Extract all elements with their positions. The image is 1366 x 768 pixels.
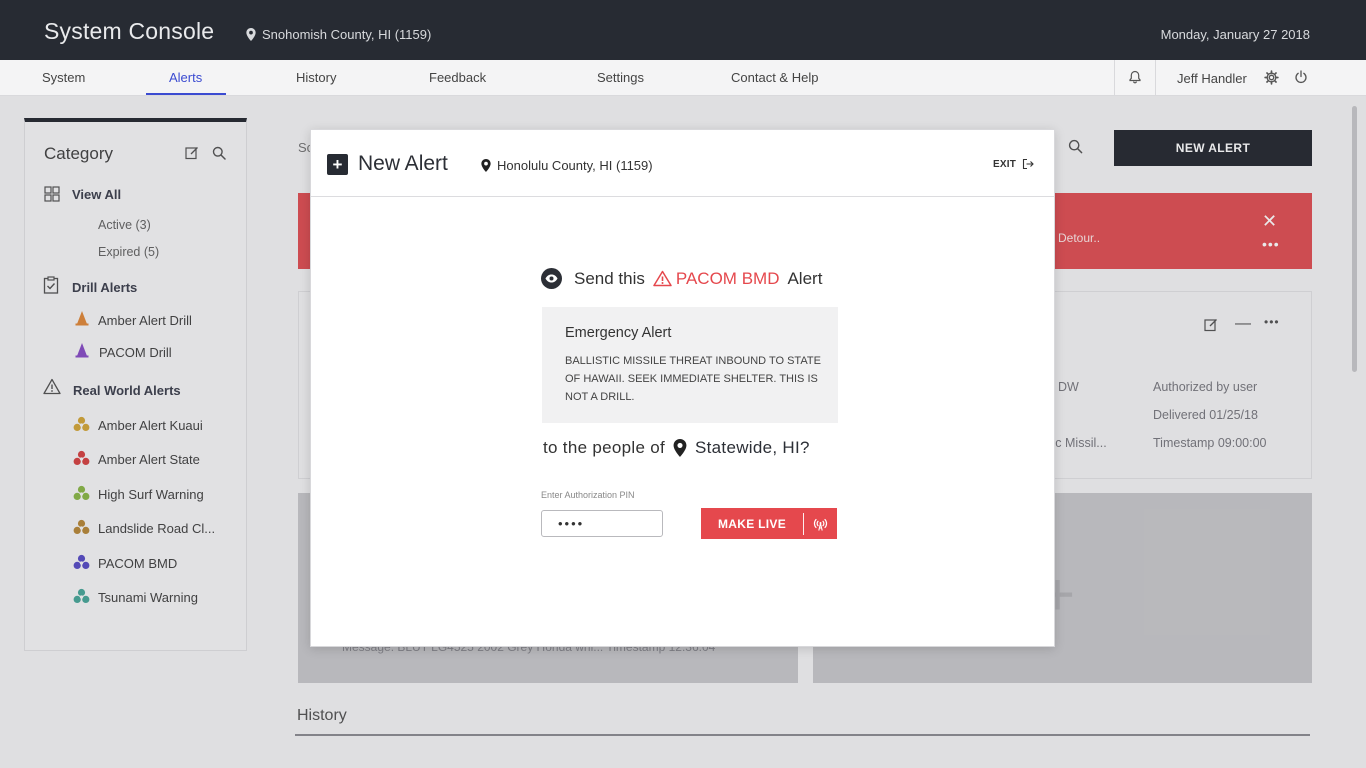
message-title: Emergency Alert xyxy=(565,325,672,341)
user-name[interactable]: Jeff Handler xyxy=(1177,71,1247,86)
power-icon[interactable] xyxy=(1294,70,1308,84)
top-header: System Console Snohomish County, HI (115… xyxy=(0,0,1366,60)
people-prefix: to the people of xyxy=(543,438,666,457)
alert-type-label: PACOM BMD xyxy=(675,268,780,288)
modal-title: New Alert xyxy=(358,152,448,175)
location-pin-icon xyxy=(481,159,491,172)
modal-header: + New Alert Honolulu County, HI (1159) E… xyxy=(311,130,1054,197)
tab-alerts[interactable]: Alerts xyxy=(169,70,202,85)
send-suffix: Alert xyxy=(787,268,823,288)
header-location[interactable]: Snohomish County, HI (1159) xyxy=(246,27,431,42)
location-pin-icon xyxy=(673,439,687,457)
nav-bar: System Alerts History Feedback Settings … xyxy=(0,60,1366,96)
target-audience-line: to the people of Statewide, HI? xyxy=(543,438,810,458)
make-live-label: MAKE LIVE xyxy=(717,516,787,531)
nav-divider xyxy=(1155,60,1156,96)
broadcast-icon xyxy=(804,517,836,531)
bell-icon[interactable] xyxy=(1128,70,1142,84)
authorization-pin-input[interactable] xyxy=(541,510,663,537)
send-confirmation-line: Send this PACOM BMD Alert xyxy=(541,268,822,289)
header-date: Monday, January 27 2018 xyxy=(1160,27,1310,42)
warning-triangle-icon xyxy=(653,270,672,287)
nav-divider xyxy=(1114,60,1115,96)
tab-settings[interactable]: Settings xyxy=(597,70,644,85)
modal-location: Honolulu County, HI (1159) xyxy=(481,158,653,173)
exit-label: EXIT xyxy=(993,158,1017,170)
header-location-label: Snohomish County, HI (1159) xyxy=(262,27,432,42)
pin-label: Enter Authorization PIN xyxy=(541,490,635,500)
active-tab-indicator xyxy=(146,93,226,95)
location-pin-icon xyxy=(246,28,256,41)
exit-button[interactable]: EXIT xyxy=(993,158,1034,170)
tab-system[interactable]: System xyxy=(42,70,85,85)
tab-history[interactable]: History xyxy=(296,70,336,85)
alert-type: PACOM BMD xyxy=(653,268,780,289)
button-divider xyxy=(803,512,804,535)
tab-contact-help[interactable]: Contact & Help xyxy=(731,70,818,85)
make-live-button[interactable]: MAKE LIVE xyxy=(701,508,837,539)
plus-icon: + xyxy=(327,154,348,175)
people-target: Statewide, HI? xyxy=(695,438,810,457)
send-prefix: Send this xyxy=(574,268,645,288)
modal-location-label: Honolulu County, HI (1159) xyxy=(497,158,653,173)
message-body: BALLISTIC MISSILE THREAT INBOUND TO STAT… xyxy=(565,355,821,403)
logout-icon xyxy=(1022,158,1034,170)
message-preview: Emergency Alert BALLISTIC MISSILE THREAT… xyxy=(542,307,838,423)
new-alert-modal: + New Alert Honolulu County, HI (1159) E… xyxy=(310,129,1055,647)
gear-icon[interactable] xyxy=(1264,70,1279,85)
eye-icon xyxy=(541,268,562,289)
tab-feedback[interactable]: Feedback xyxy=(429,70,486,85)
app-title: System Console xyxy=(44,18,215,44)
